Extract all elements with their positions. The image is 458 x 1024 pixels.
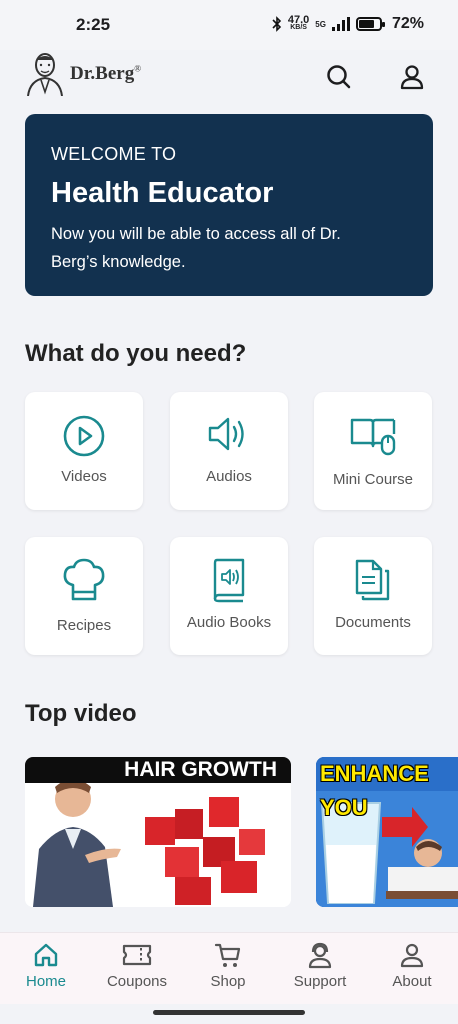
- book-mouse-icon: [350, 418, 396, 456]
- welcome-title: Health Educator: [51, 177, 274, 209]
- play-circle-icon: [63, 415, 105, 457]
- home-indicator[interactable]: [153, 1010, 305, 1015]
- tile-audios[interactable]: Audios: [170, 392, 288, 510]
- tile-label: Audios: [206, 468, 252, 485]
- top-video-section-title: Top video: [25, 700, 137, 727]
- person-icon: [400, 943, 424, 968]
- nav-label: Shop: [210, 973, 246, 990]
- video-card[interactable]: HAIR GROWTH: [25, 757, 291, 907]
- tile-mini-course[interactable]: Mini Course: [314, 392, 432, 510]
- tile-label: Audio Books: [186, 614, 272, 631]
- signal-icon: [331, 17, 350, 31]
- headset-icon: [308, 942, 332, 969]
- welcome-kicker: WELCOME TO: [51, 144, 177, 164]
- tile-label: Videos: [61, 468, 107, 485]
- tile-recipes[interactable]: Recipes: [25, 537, 143, 655]
- audio-book-icon: [213, 558, 245, 603]
- nav-home[interactable]: Home: [6, 941, 86, 990]
- home-icon: [34, 943, 58, 967]
- chef-hat-icon: [63, 558, 105, 601]
- nav-label: Coupons: [106, 973, 168, 990]
- nav-coupons[interactable]: Coupons: [97, 941, 177, 990]
- video-card[interactable]: ENHANCE YOU: [316, 757, 458, 907]
- profile-icon[interactable]: [397, 62, 427, 92]
- network-speed: 47.0 KB/S: [287, 14, 310, 32]
- battery-percent: 72%: [391, 15, 424, 32]
- dr-berg-portrait-icon: [27, 53, 63, 96]
- battery-icon: [355, 17, 385, 31]
- search-icon[interactable]: [324, 62, 354, 92]
- speaker-icon: [208, 417, 244, 451]
- nav-about[interactable]: About: [372, 941, 452, 990]
- tile-videos[interactable]: Videos: [25, 392, 143, 510]
- needs-section-title: What do you need?: [25, 340, 247, 367]
- status-bar: 2:25 47.0 KB/S 5G 72%: [0, 0, 458, 50]
- status-indicators: 47.0 KB/S 5G 72%: [272, 15, 424, 33]
- nav-label: Home: [25, 973, 66, 990]
- tile-label: Recipes: [56, 617, 112, 634]
- network-type: 5G: [315, 19, 326, 29]
- logo[interactable]: Dr.Berg®: [26, 52, 141, 96]
- bluetooth-icon: [272, 16, 282, 32]
- video-thumb-title: ENHANCE YOU: [320, 761, 429, 820]
- tile-audio-books[interactable]: Audio Books: [170, 537, 288, 655]
- video-thumb-title: HAIR GROWTH: [25, 757, 291, 783]
- nav-label: About: [392, 973, 432, 990]
- status-time: 2:25: [76, 15, 111, 34]
- welcome-description: Now you will be able to access all of Dr…: [51, 225, 341, 271]
- tile-label: Mini Course: [332, 471, 414, 488]
- tile-label: Documents: [335, 614, 411, 631]
- nav-label: Support: [293, 973, 347, 990]
- logo-text: Dr.Berg®: [70, 63, 142, 84]
- cart-icon: [214, 943, 241, 967]
- tile-documents[interactable]: Documents: [314, 537, 432, 655]
- documents-icon: [355, 559, 390, 601]
- app-header: Dr.Berg®: [0, 50, 458, 106]
- ticket-icon: [122, 944, 152, 966]
- nav-support[interactable]: Support: [280, 941, 360, 990]
- bottom-nav: Home Coupons Shop Support About: [0, 932, 458, 1004]
- welcome-banner: WELCOME TO Health Educator Now you will …: [25, 114, 433, 296]
- nav-shop[interactable]: Shop: [188, 941, 268, 990]
